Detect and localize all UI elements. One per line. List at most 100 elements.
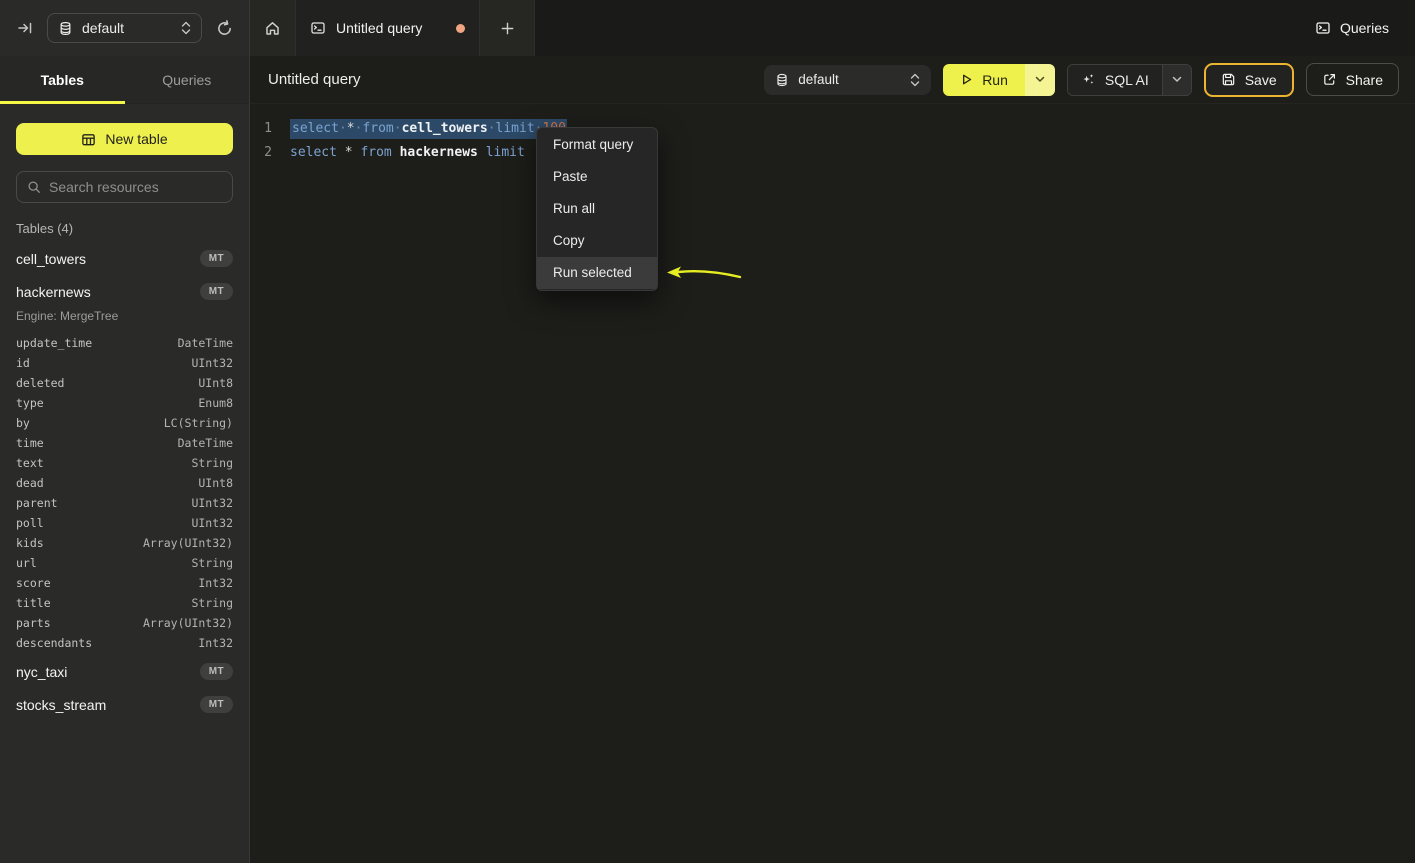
header-database-selector[interactable]: default — [764, 65, 931, 95]
code-token: select — [290, 145, 337, 160]
sidebar-tab-queries[interactable]: Queries — [125, 56, 250, 103]
sidebar-body: New table Tables (4) cell_towersMThacker… — [0, 104, 249, 721]
column-name: update_time — [16, 336, 92, 350]
context-menu-item[interactable]: Copy — [537, 225, 657, 257]
column-type: Int32 — [198, 636, 233, 650]
run-button-main[interactable]: Run — [943, 64, 1025, 96]
home-icon — [264, 20, 281, 37]
share-button[interactable]: Share — [1306, 63, 1399, 96]
whitespace-dot: · — [488, 121, 496, 136]
database-icon — [775, 73, 789, 87]
sidebar-topbar: default — [0, 0, 249, 56]
new-table-label: New table — [105, 131, 167, 147]
table-column-row: idUInt32 — [16, 353, 233, 373]
search-input[interactable] — [49, 179, 230, 195]
sidebar-tab-tables[interactable]: Tables — [0, 56, 125, 103]
context-menu: Format queryPasteRun allCopyRun selected — [536, 127, 658, 291]
column-name: type — [16, 396, 44, 410]
unsaved-changes-dot — [456, 24, 465, 33]
share-external-icon — [1322, 72, 1337, 87]
column-type: Int32 — [198, 576, 233, 590]
context-menu-item[interactable]: Format query — [537, 129, 657, 161]
column-type: UInt8 — [198, 376, 233, 390]
code-token: * — [347, 121, 355, 136]
table-name: hackernews — [16, 284, 91, 300]
column-type: Array(UInt32) — [143, 536, 233, 550]
tables-section-title: Tables (4) — [16, 221, 233, 236]
sidebar-tab-bar: Tables Queries — [0, 56, 249, 104]
column-name: parts — [16, 616, 51, 630]
engine-badge: MT — [200, 250, 233, 267]
sparkles-icon — [1081, 72, 1096, 87]
table-item[interactable]: stocks_streamMT — [16, 688, 233, 721]
table-column-row: pollUInt32 — [16, 513, 233, 533]
column-name: url — [16, 556, 37, 570]
table-column-row: url String — [16, 553, 233, 573]
refresh-icon — [216, 20, 233, 37]
sql-editor[interactable]: 1select·*·from·cell_towers·limit·1002sel… — [250, 104, 1415, 863]
save-button[interactable]: Save — [1204, 63, 1294, 97]
table-column-row: typeEnum8 — [16, 393, 233, 413]
queries-button[interactable]: Queries — [1305, 0, 1415, 56]
line-number: 2 — [250, 141, 272, 165]
code-token: from — [360, 145, 391, 160]
column-name: deleted — [16, 376, 64, 390]
main-topbar: Untitled query Queries — [250, 0, 1415, 56]
database-icon — [58, 21, 73, 36]
column-name: text — [16, 456, 44, 470]
chevron-updown-icon — [910, 73, 920, 87]
queries-button-label: Queries — [1340, 20, 1389, 36]
table-name: nyc_taxi — [16, 664, 67, 680]
database-selector-value: default — [82, 20, 124, 36]
context-menu-item[interactable]: Run all — [537, 193, 657, 225]
table-item[interactable]: hackernewsMT — [16, 275, 233, 308]
sql-ai-button-main[interactable]: SQL AI — [1068, 65, 1162, 95]
column-name: score — [16, 576, 51, 590]
table-column-row: text String — [16, 453, 233, 473]
database-selector[interactable]: default — [47, 13, 202, 43]
column-name: parent — [16, 496, 58, 510]
table-column-row: parts Array(UInt32) — [16, 613, 233, 633]
run-button-label: Run — [982, 72, 1008, 88]
table-column-row: titleString — [16, 593, 233, 613]
code-token: cell_towers — [402, 121, 488, 136]
column-name: kids — [16, 536, 44, 550]
collapse-sidebar-button[interactable] — [12, 15, 38, 41]
search-icon — [27, 180, 41, 194]
table-column-row: parentUInt32 — [16, 493, 233, 513]
home-button[interactable] — [250, 0, 296, 56]
save-button-label: Save — [1245, 72, 1277, 88]
table-grid-icon — [81, 132, 96, 147]
sql-ai-dropdown-toggle[interactable] — [1162, 65, 1191, 95]
refresh-button[interactable] — [211, 15, 237, 41]
query-tab[interactable]: Untitled query — [296, 0, 480, 56]
column-type: String — [191, 456, 233, 470]
play-icon — [960, 73, 973, 86]
chevron-updown-icon — [181, 21, 191, 35]
line-number: 1 — [250, 117, 272, 141]
column-type: String — [191, 556, 233, 570]
column-name: dead — [16, 476, 44, 490]
table-column-row: score Int32 — [16, 573, 233, 593]
table-item[interactable]: nyc_taxiMT — [16, 655, 233, 688]
sql-ai-button[interactable]: SQL AI — [1067, 64, 1192, 96]
code-token: * — [345, 145, 353, 160]
run-button[interactable]: Run — [943, 64, 1055, 96]
table-item[interactable]: cell_towersMT — [16, 242, 233, 275]
collapse-sidebar-icon — [17, 20, 33, 36]
context-menu-item[interactable]: Paste — [537, 161, 657, 193]
column-type: Array(UInt32) — [143, 616, 233, 630]
column-type: UInt8 — [198, 476, 233, 490]
new-tab-button[interactable] — [480, 0, 535, 56]
editor-lines: 1select·*·from·cell_towers·limit·1002sel… — [250, 117, 1415, 165]
new-table-button[interactable]: New table — [16, 123, 233, 155]
table-list: cell_towersMThackernewsMTEngine: MergeTr… — [16, 242, 233, 721]
table-column-row: descendantsInt32 — [16, 633, 233, 653]
code-line: 2 select * from hackernews limit — [250, 141, 1415, 165]
terminal-icon — [310, 20, 326, 36]
context-menu-item[interactable]: Run selected — [537, 257, 657, 289]
code-content: select * from hackernews limit — [290, 141, 533, 165]
run-dropdown-toggle[interactable] — [1025, 64, 1055, 96]
sidebar-tab-queries-label: Queries — [162, 72, 211, 88]
sidebar: default Tables Queries — [0, 0, 250, 863]
